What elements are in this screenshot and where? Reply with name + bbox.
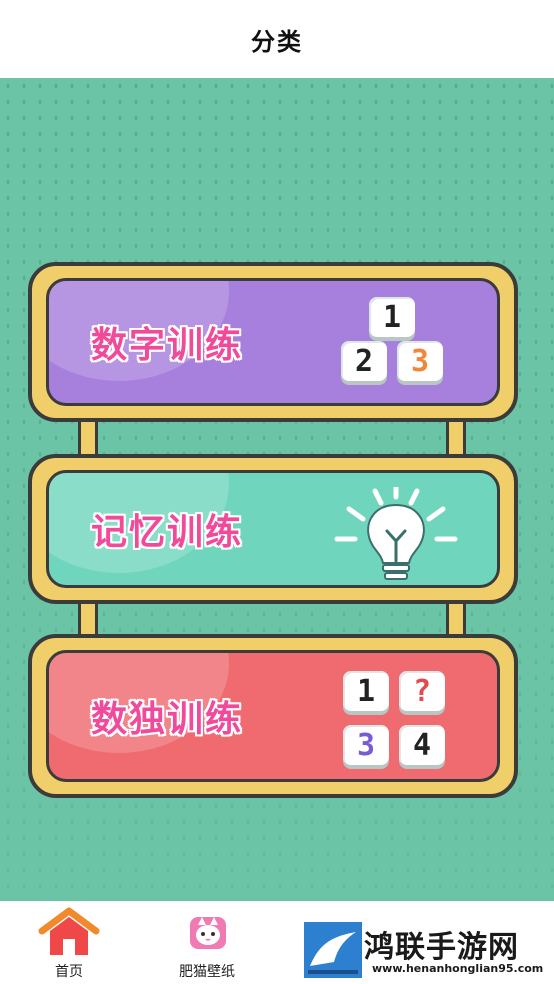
tab-home[interactable]: 首页 bbox=[14, 901, 124, 984]
watermark-text: 鸿联手游网 bbox=[364, 930, 519, 965]
card-label: 数字训练 bbox=[91, 325, 244, 366]
number-tile: 1 bbox=[343, 671, 389, 711]
number-tile: 3 bbox=[343, 725, 389, 765]
number-tile: 1 bbox=[369, 297, 415, 337]
lightbulb-icon bbox=[331, 484, 461, 585]
tab-cat-wallpaper[interactable]: 肥猫壁纸 bbox=[152, 901, 262, 984]
card-label: 数独训练 bbox=[91, 699, 244, 740]
number-training-card[interactable]: 数字训练 1 2 3 bbox=[28, 262, 518, 422]
number-tile: 4 bbox=[399, 725, 445, 765]
cat-icon bbox=[190, 917, 226, 949]
header: 分类 bbox=[0, 0, 554, 78]
question-tile: ? bbox=[399, 671, 445, 711]
page-title: 分类 bbox=[251, 27, 303, 56]
number-tile: 3 bbox=[397, 341, 443, 381]
watermark-logo-icon bbox=[304, 922, 362, 978]
tab-label: 首页 bbox=[55, 964, 83, 980]
tab-label: 肥猫壁纸 bbox=[179, 964, 235, 980]
category-area: 数字训练 1 2 3 记忆训练 数独训练 1 ? 3 4 bbox=[0, 78, 554, 901]
watermark: 鸿联手游网 www.henanhonglian95.com bbox=[300, 918, 554, 984]
sudoku-training-card[interactable]: 数独训练 1 ? 3 4 bbox=[28, 634, 518, 798]
memory-training-card[interactable]: 记忆训练 bbox=[28, 454, 518, 604]
number-tile: 2 bbox=[341, 341, 387, 381]
watermark-url: www.henanhonglian95.com bbox=[372, 962, 544, 975]
home-icon bbox=[38, 907, 100, 955]
card-label: 记忆训练 bbox=[91, 512, 244, 553]
